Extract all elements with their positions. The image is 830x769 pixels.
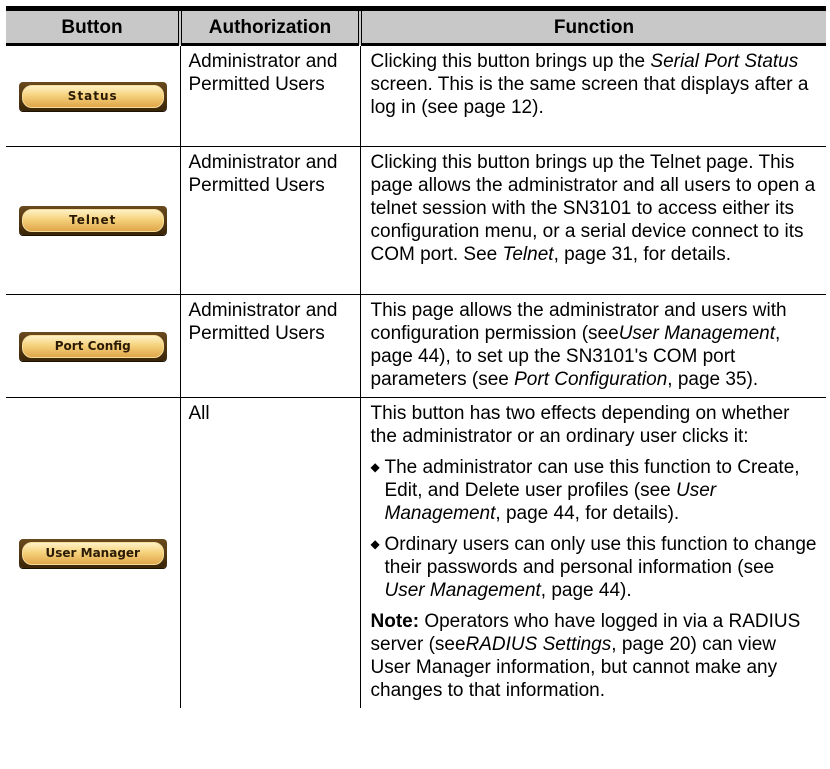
bullet-text: Ordinary users can only use this functio… <box>384 534 817 601</box>
bullet-item: ◆ Ordinary users can only use this funct… <box>371 533 819 602</box>
header-authorization: Authorization <box>180 6 362 46</box>
status-button-label: Status <box>21 84 164 108</box>
port-config-button-label: Port Config <box>21 334 164 358</box>
telnet-button[interactable]: Telnet <box>18 206 167 235</box>
diamond-bullet-icon: ◆ <box>370 537 380 551</box>
port-config-button[interactable]: Port Config <box>18 331 167 361</box>
function-cell: Clicking this button brings up the Telne… <box>360 146 826 295</box>
note-text: Note: Operators who have logged in via a… <box>370 611 801 701</box>
authorization-cell: Administrator and Permitted Users <box>180 146 361 295</box>
function-intro: This button has two effects depending on… <box>370 403 790 447</box>
function-text: Clicking this button brings up the Seria… <box>370 51 809 118</box>
button-cell: Status <box>6 44 181 147</box>
header-function: Function <box>360 6 826 46</box>
header-button: Button <box>6 6 182 46</box>
function-cell: This button has two effects depending on… <box>360 398 826 709</box>
function-text: This page allows the administrator and u… <box>370 300 787 390</box>
function-text: Clicking this button brings up the Telne… <box>370 152 816 265</box>
user-manager-button[interactable]: User Manager <box>18 538 167 568</box>
status-button[interactable]: Status <box>18 81 167 111</box>
diamond-bullet-icon: ◆ <box>370 460 380 474</box>
table-row: Port Config Administrator and Permitted … <box>6 294 826 398</box>
telnet-button-label: Telnet <box>21 209 164 232</box>
button-cell: User Manager <box>6 397 181 708</box>
function-cell: Clicking this button brings up the Seria… <box>360 44 826 147</box>
table-row: User Manager All This button has two eff… <box>6 397 826 709</box>
table-header-row: Button Authorization Function <box>6 6 826 46</box>
table-row: Telnet Administrator and Permitted Users… <box>6 146 826 295</box>
authorization-cell: Administrator and Permitted Users <box>180 44 361 147</box>
button-cell: Telnet <box>6 146 181 295</box>
table-row: Status Administrator and Permitted Users… <box>6 44 826 147</box>
button-cell: Port Config <box>6 294 181 398</box>
authorization-cell: Administrator and Permitted Users <box>180 294 361 398</box>
bullet-text: The administrator can use this function … <box>384 457 800 524</box>
function-cell: This page allows the administrator and u… <box>360 294 826 398</box>
user-manager-button-label: User Manager <box>21 541 164 565</box>
bullet-item: ◆ The administrator can use this functio… <box>371 456 819 525</box>
function-table: Button Authorization Function Status Adm… <box>6 6 826 708</box>
authorization-cell: All <box>180 397 361 708</box>
